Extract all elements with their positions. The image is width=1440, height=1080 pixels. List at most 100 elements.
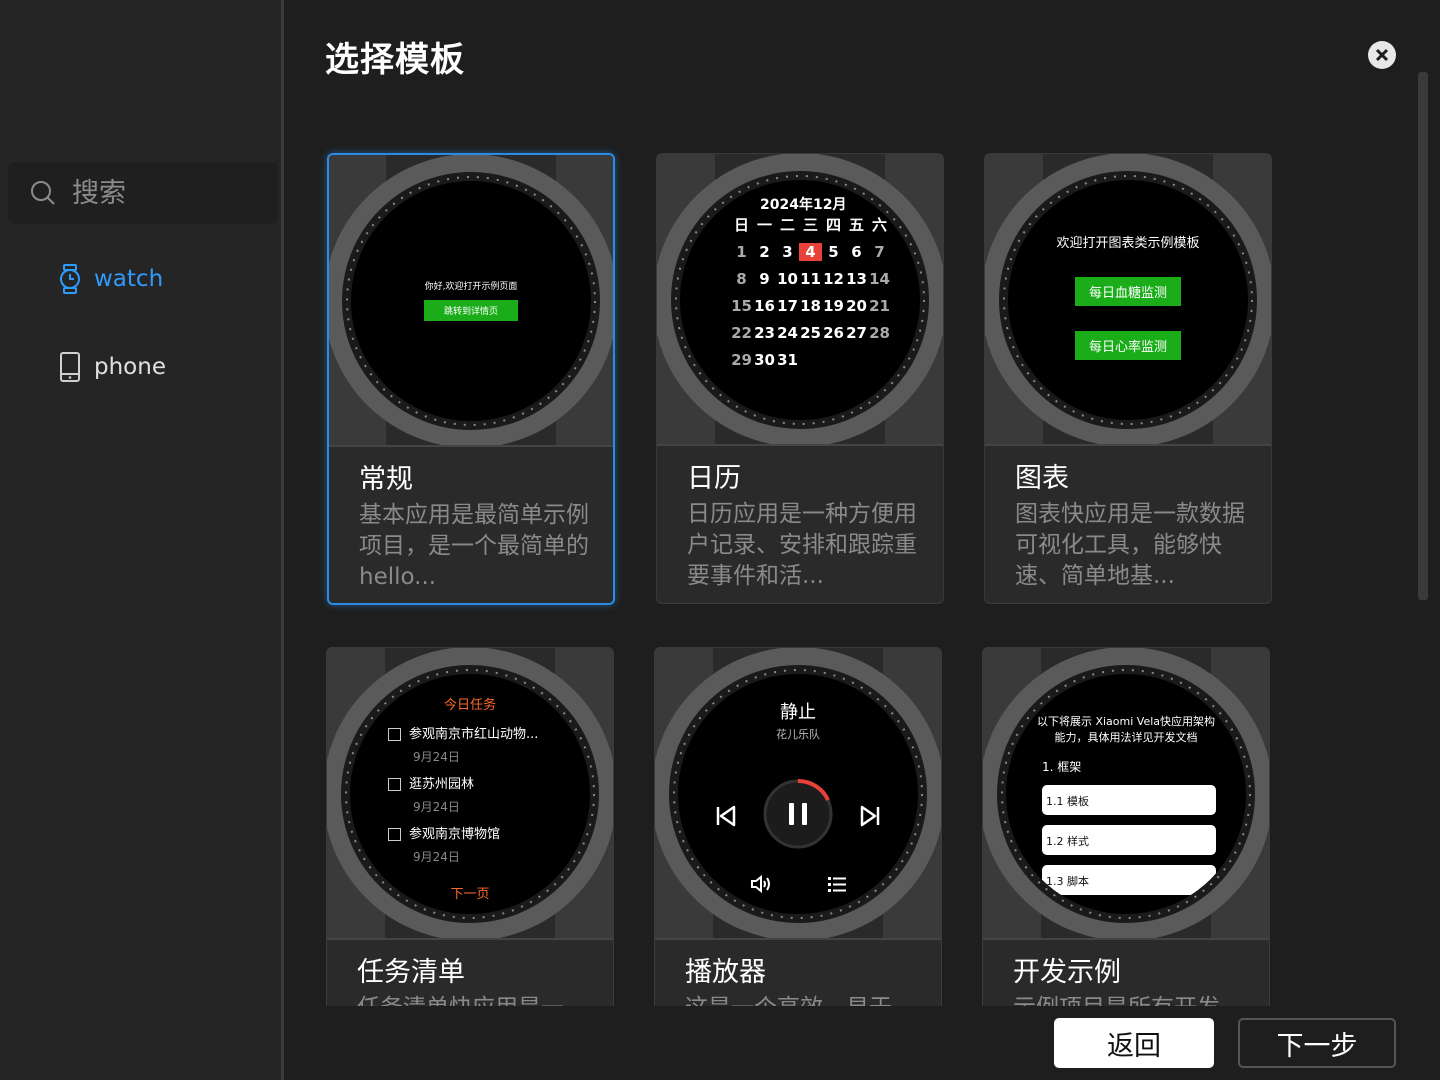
template-description: 日历应用是一种方便用户记录、安排和跟踪重要事件和活... (687, 501, 917, 589)
calendar-day: 28 (869, 324, 890, 342)
checkbox-icon (388, 828, 401, 841)
calendar-day: 14 (869, 270, 890, 288)
template-preview: 静止 花儿乐队 (655, 648, 941, 940)
template-title: 开发示例 (1013, 957, 1121, 988)
template-preview: 你好,欢迎打开示例页面 跳转到详情页 (329, 155, 613, 447)
template-card-tasklist[interactable]: 今日任务 参观南京市红山动物... 9月24日 逛苏州园林 9月24日 参观南京… (326, 647, 614, 1027)
song-title: 静止 (780, 702, 816, 723)
calendar-day: 21 (869, 297, 890, 315)
task-date: 9月24日 (413, 800, 460, 814)
playlist-icon (828, 877, 846, 892)
weekday: 四 (825, 216, 841, 234)
template-preview: 2024年12月 日 一 二 三 四 五 六 1 2 3 4 5 6 7 8 9… (657, 154, 943, 446)
task-item: 参观南京市红山动物... 9月24日 (388, 723, 590, 765)
calendar-day: 11 (800, 270, 821, 288)
preview-button: 跳转到详情页 (423, 300, 518, 321)
back-button[interactable]: 返回 (1054, 1018, 1214, 1068)
calendar-day: 8 (736, 270, 747, 288)
checkbox-icon (388, 728, 401, 741)
pause-button-icon (763, 778, 833, 849)
calendar-day: 31 (777, 351, 798, 369)
search-box[interactable] (8, 162, 278, 224)
calendar-day: 18 (800, 297, 821, 315)
calendar-day-today: 4 (799, 243, 822, 261)
template-card-calendar[interactable]: 2024年12月 日 一 二 三 四 五 六 1 2 3 4 5 6 7 8 9… (656, 153, 944, 604)
calendar-day: 22 (731, 324, 752, 342)
task-item: 参观南京博物馆 9月24日 (388, 823, 590, 865)
close-icon (1375, 48, 1389, 62)
calendar-day: 25 (800, 324, 821, 342)
calendar-day: 2 (759, 243, 770, 261)
next-page-link: 下一页 (450, 887, 490, 902)
preview-text: 你好,欢迎打开示例页面 (424, 282, 518, 292)
song-artist: 花儿乐队 (776, 728, 820, 741)
calendar-week: 29 30 31 (730, 351, 920, 369)
watch-screen: 以下将展示 Xiaomi Vela快应用架构能力，具体用法详见开发文档 1. 框… (1006, 674, 1246, 914)
calendar-day: 16 (754, 297, 775, 315)
calendar-day: 17 (777, 297, 798, 315)
watch-screen: 你好,欢迎打开示例页面 跳转到详情页 (351, 181, 591, 421)
calendar-weekdays: 日 一 二 三 四 五 六 (730, 214, 920, 235)
calendar-day: 20 (846, 297, 867, 315)
calendar-day: 23 (754, 324, 775, 342)
calendar-month: 2024年12月 (760, 197, 847, 213)
calendar-week: 8 9 10 11 12 13 14 (730, 270, 920, 288)
calendar-day: 19 (823, 297, 844, 315)
calendar-day: 24 (777, 324, 798, 342)
template-card-chart[interactable]: 欢迎打开图表类示例模板 每日血糖监测 每日心率监测 图表 图表快应用是一款数据可… (984, 153, 1272, 604)
page-title: 选择模板 (325, 40, 465, 80)
search-input[interactable] (72, 177, 252, 209)
calendar-week: 22 23 24 25 26 27 28 (730, 324, 920, 342)
template-card-player[interactable]: 静止 花儿乐队 播放器 (654, 647, 942, 1027)
template-preview: 以下将展示 Xiaomi Vela快应用架构能力，具体用法详见开发文档 1. 框… (983, 648, 1269, 940)
sidebar-item-watch[interactable]: watch (58, 264, 163, 294)
calendar-day: 1 (736, 243, 747, 261)
preview-list-item: 1.2 样式 (1042, 825, 1216, 855)
template-preview: 今日任务 参观南京市红山动物... 9月24日 逛苏州园林 9月24日 参观南京… (327, 648, 613, 940)
template-preview: 欢迎打开图表类示例模板 每日血糖监测 每日心率监测 (985, 154, 1271, 446)
watch-screen: 今日任务 参观南京市红山动物... 9月24日 逛苏州园林 9月24日 参观南京… (350, 674, 590, 914)
calendar-day: 30 (754, 351, 775, 369)
calendar-day: 26 (823, 324, 844, 342)
preview-text: 以下将展示 Xiaomi Vela快应用架构能力，具体用法详见开发文档 (1036, 715, 1216, 744)
watch-screen: 静止 花儿乐队 (678, 674, 918, 914)
volume-icon (751, 874, 770, 894)
weekday: 六 (871, 216, 887, 234)
dialog-footer: 返回 下一步 (287, 1006, 1440, 1080)
calendar-day: 13 (846, 270, 867, 288)
checkbox-icon (388, 778, 401, 791)
watch-screen: 欢迎打开图表类示例模板 每日血糖监测 每日心率监测 (1008, 180, 1248, 420)
close-button[interactable] (1368, 41, 1396, 69)
weekday: 二 (779, 216, 795, 234)
calendar-day: 5 (828, 243, 839, 261)
next-step-button[interactable]: 下一步 (1238, 1018, 1396, 1068)
template-title: 任务清单 (357, 957, 465, 988)
weekday: 五 (848, 216, 864, 234)
search-icon (31, 181, 55, 205)
calendar-day: 9 (759, 270, 770, 288)
template-dialog: 选择模板 你好,欢迎打开示例页面 跳转到详情页 常规 基本应用是最简单示例项目，… (287, 0, 1440, 1080)
template-description: 基本应用是最简单示例项目，是一个最简单的hello... (359, 502, 589, 590)
task-item: 逛苏州园林 9月24日 (388, 773, 590, 815)
template-title: 常规 (359, 464, 413, 495)
sidebar-item-phone[interactable]: phone (58, 352, 166, 382)
watch-icon (60, 264, 80, 294)
previous-track-icon (716, 805, 736, 827)
weekday: 三 (802, 216, 818, 234)
task-date: 9月24日 (413, 750, 460, 764)
template-title: 播放器 (685, 957, 766, 988)
calendar-week: 15 16 17 18 19 20 21 (730, 297, 920, 315)
calendar-day: 6 (851, 243, 862, 261)
task-date: 9月24日 (413, 850, 460, 864)
calendar-day: 29 (731, 351, 752, 369)
sidebar: watch phone (0, 0, 284, 1080)
scrollbar[interactable] (1418, 72, 1428, 600)
task-name: 参观南京博物馆 (409, 827, 501, 842)
template-description: 图表快应用是一款数据可视化工具，能够快速、简单地基... (1015, 501, 1245, 589)
preview-list-item: 1.3 脚本 (1042, 865, 1216, 895)
template-card-dev-example[interactable]: 以下将展示 Xiaomi Vela快应用架构能力，具体用法详见开发文档 1. 框… (982, 647, 1270, 1027)
template-title: 图表 (1015, 463, 1069, 494)
watch-screen: 2024年12月 日 一 二 三 四 五 六 1 2 3 4 5 6 7 8 9… (680, 180, 920, 420)
template-card-general[interactable]: 你好,欢迎打开示例页面 跳转到详情页 常规 基本应用是最简单示例项目，是一个最简… (327, 153, 615, 605)
template-title: 日历 (687, 463, 741, 494)
